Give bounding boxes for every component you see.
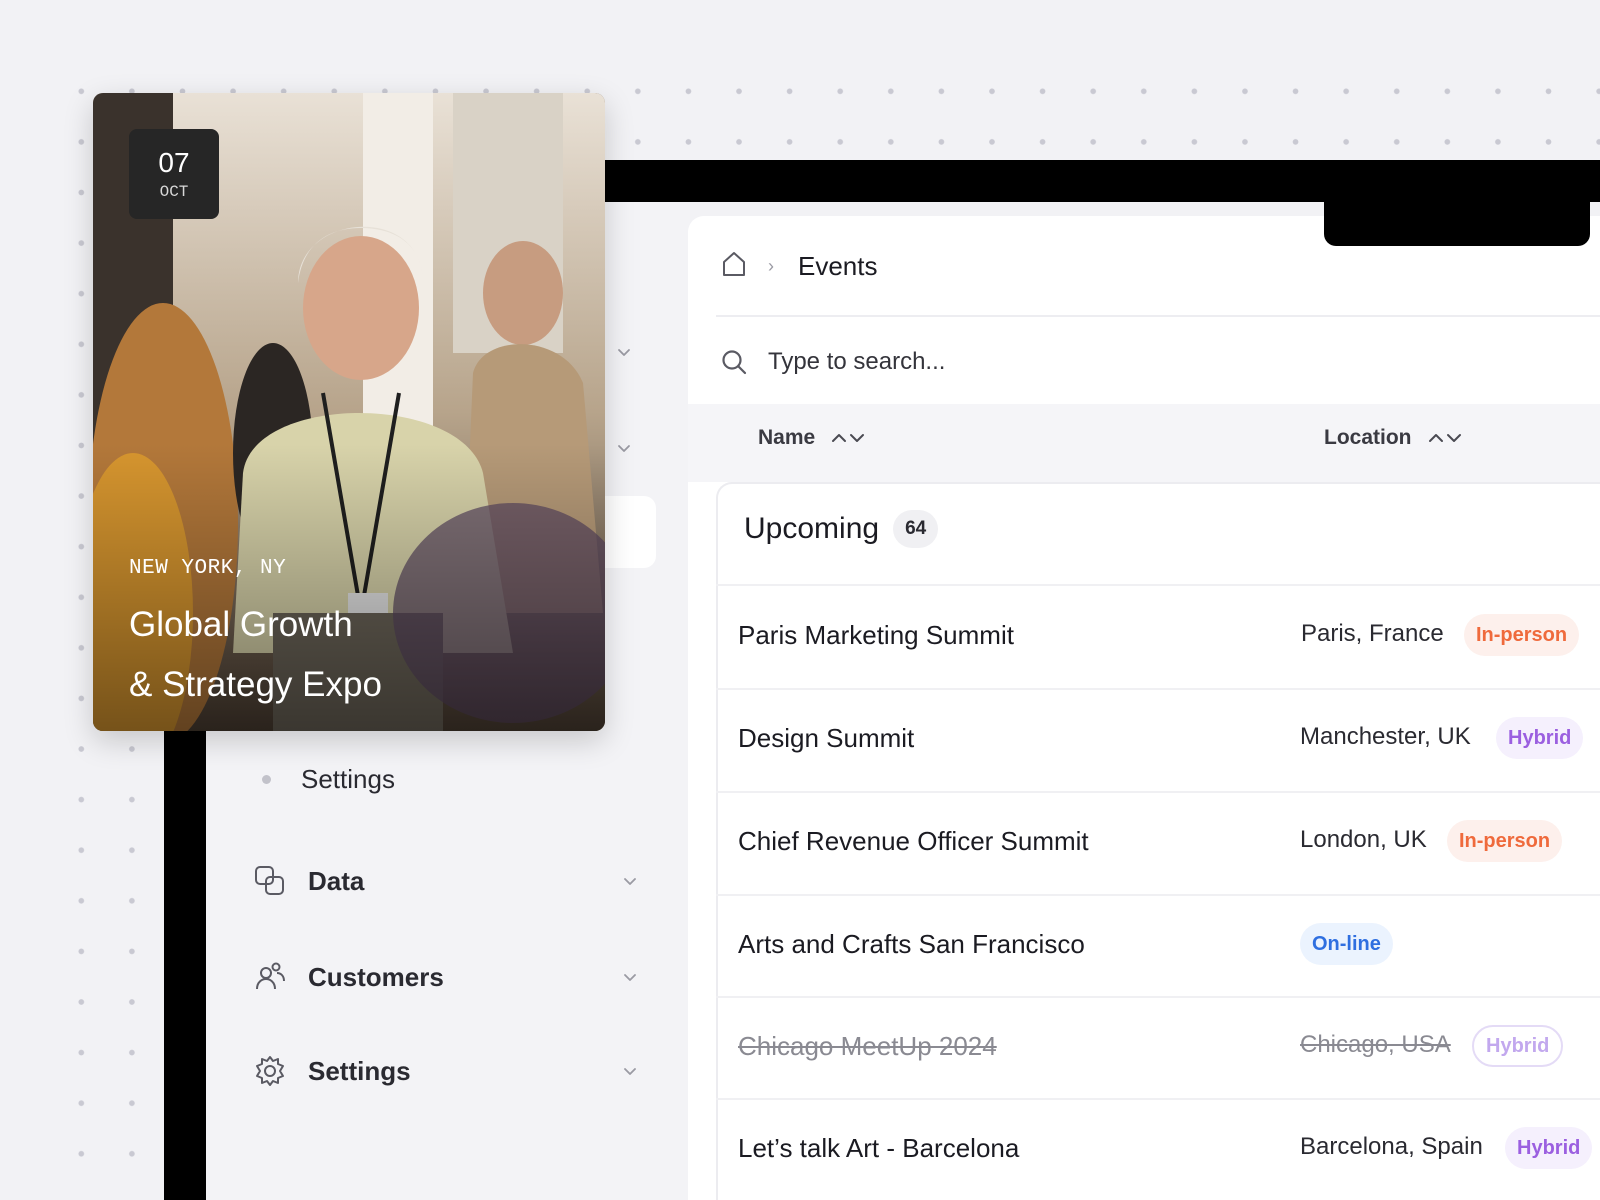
sidebar-item-label: Settings [308,1055,411,1086]
table-row[interactable]: Let’s talk Art - Barcelona Barcelona, Sp… [716,1099,1600,1200]
event-location: Paris, France [1301,620,1444,647]
group-count-badge: 64 [893,510,939,548]
event-title: Global Growth & Strategy Expo [129,595,549,715]
table-row[interactable]: Chicago MeetUp 2024 Chicago, USA Hybrid [716,997,1600,1099]
event-name: Chief Revenue Officer Summit [738,826,1089,856]
chevron-down-icon[interactable] [614,342,634,362]
sidebar-item-customers[interactable]: Customers [252,952,640,1002]
chevron-down-icon[interactable] [620,1061,640,1081]
event-name: Paris Marketing Summit [738,620,1014,650]
column-header-label: Name [758,426,816,449]
window-left-bar [164,700,206,1200]
breadcrumb-current[interactable]: Events [798,251,878,282]
search-input[interactable] [768,348,1368,376]
event-title-line: & Strategy Expo [129,665,382,704]
event-date-badge: 07 OCT [129,129,219,219]
data-icon [252,863,288,899]
table-row[interactable]: Arts and Crafts San Francisco On-line [716,895,1600,997]
status-badge: On-line [1300,923,1393,965]
sidebar-item-label: Data [308,865,365,896]
sidebar-item-label: Customers [308,961,444,992]
group-header-upcoming: Upcoming 64 [744,510,939,548]
event-card[interactable]: 07 OCT NEW YORK, NY Global Growth & Stra… [93,93,605,731]
table-row[interactable]: Chief Revenue Officer Summit London, UK … [716,792,1600,894]
home-icon[interactable] [720,250,748,283]
status-badge: Hybrid [1496,717,1584,759]
event-name: Arts and Crafts San Francisco [738,929,1085,959]
event-location: London, UK [1300,826,1427,853]
event-month: OCT [159,183,189,201]
window-notch [1324,196,1590,246]
bullet-icon [262,775,271,784]
sidebar-subitem-label: Settings [301,764,395,794]
column-header-label: Location [1324,426,1412,449]
event-name: Chicago MeetUp 2024 [738,1031,997,1061]
divider [716,315,1600,317]
customers-icon [252,959,288,995]
event-location: Barcelona, Spain [1300,1133,1483,1160]
sidebar-active-highlight [598,496,656,568]
column-header-location[interactable]: Location [1324,426,1466,450]
status-badge: In-person [1447,820,1563,862]
search-bar [720,342,1520,382]
event-city: NEW YORK, NY [129,557,287,580]
chevron-down-icon[interactable] [614,438,634,458]
search-icon [722,350,747,375]
status-badge: Hybrid [1505,1127,1593,1169]
table-row[interactable]: Paris Marketing Summit Paris, France In-… [716,586,1600,688]
sidebar-item-settings[interactable]: Settings [252,1046,640,1096]
status-badge: In-person [1464,614,1580,656]
event-title-line: Global Growth [129,605,353,644]
chevron-down-icon[interactable] [620,967,640,987]
status-badge: Hybrid [1472,1025,1564,1067]
sort-icon[interactable] [1426,429,1466,447]
group-title: Upcoming [744,512,880,545]
breadcrumb: › Events [720,248,878,284]
gear-icon [252,1053,288,1089]
sidebar-item-data[interactable]: Data [252,856,640,906]
event-location: Manchester, UK [1300,723,1471,750]
sort-icon[interactable] [829,429,869,447]
chevron-down-icon[interactable] [620,871,640,891]
chevron-right-icon: › [768,255,774,276]
table-row[interactable]: Design Summit Manchester, UK Hybrid [716,689,1600,791]
sidebar-subitem-settings[interactable]: Settings [262,764,395,795]
event-name: Let’s talk Art - Barcelona [738,1133,1020,1163]
column-header-name[interactable]: Name [758,426,869,450]
event-location: Chicago, USA [1300,1031,1451,1058]
event-day: 07 [158,147,190,178]
event-name: Design Summit [738,723,915,753]
